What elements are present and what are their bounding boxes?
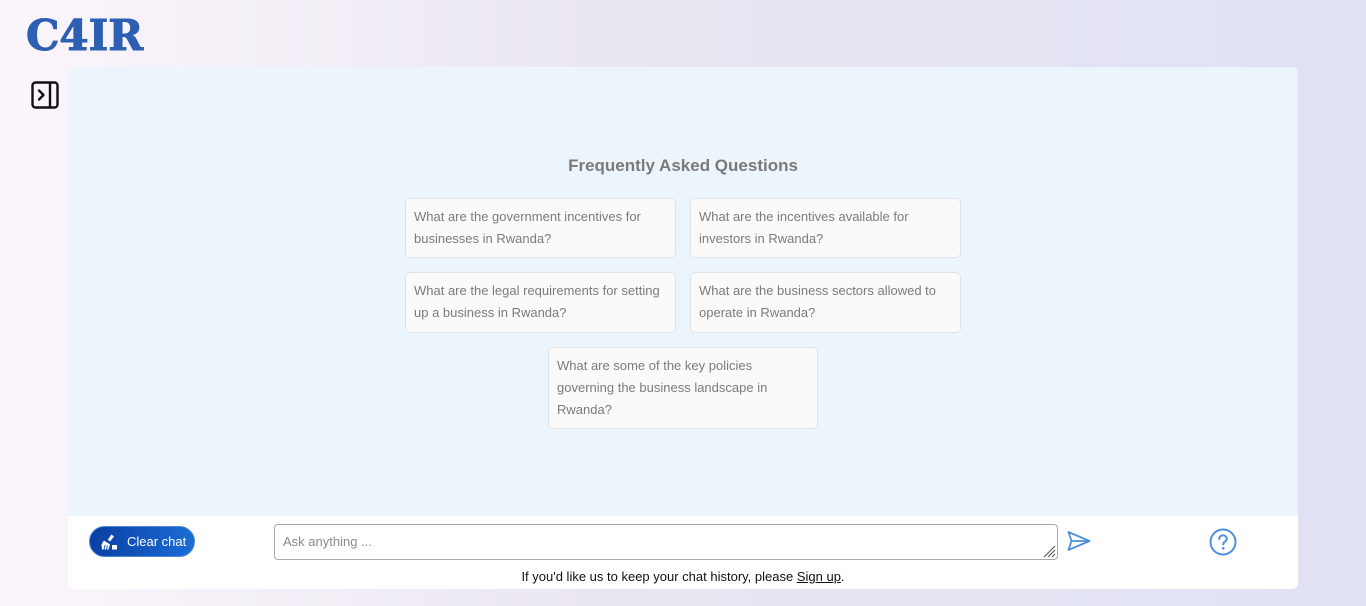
ask-input[interactable] [274,524,1058,560]
faq-question-card[interactable]: What are the incentives available for in… [690,198,961,258]
clear-chat-label: Clear chat [127,534,187,549]
chat-history-note-text: If you'd like us to keep your chat histo… [521,569,797,584]
faq-question-card[interactable]: What are the business sectors allowed to… [690,272,961,333]
chat-history-note-end: . [840,569,845,584]
chat-panel: Frequently Asked Questions What are the … [68,67,1298,589]
faq-question-card[interactable]: What are the government incentives for b… [405,198,676,258]
send-icon [1067,531,1091,551]
help-button[interactable] [1209,528,1237,556]
send-button[interactable] [1066,528,1092,554]
chat-history-note: If you'd like us to keep your chat histo… [68,569,1298,584]
composer-bar: Clear chat If you'd like us to keep your… [68,516,1298,589]
sidebar-toggle-button[interactable] [31,81,59,109]
clear-chat-button[interactable]: Clear chat [89,526,195,557]
broom-icon [101,534,117,550]
signup-link[interactable]: Sign up [797,569,841,584]
sidebar-expand-icon [31,81,59,109]
chat-messages-area: Frequently Asked Questions What are the … [68,67,1298,516]
faq-question-card[interactable]: What are some of the key policies govern… [548,347,818,429]
faq-title: Frequently Asked Questions [568,156,798,175]
faq-question-card[interactable]: What are the legal requirements for sett… [405,272,676,333]
help-icon [1209,528,1237,556]
resize-grip-icon[interactable] [1042,544,1056,558]
brand-logo: C4IR [25,11,144,61]
